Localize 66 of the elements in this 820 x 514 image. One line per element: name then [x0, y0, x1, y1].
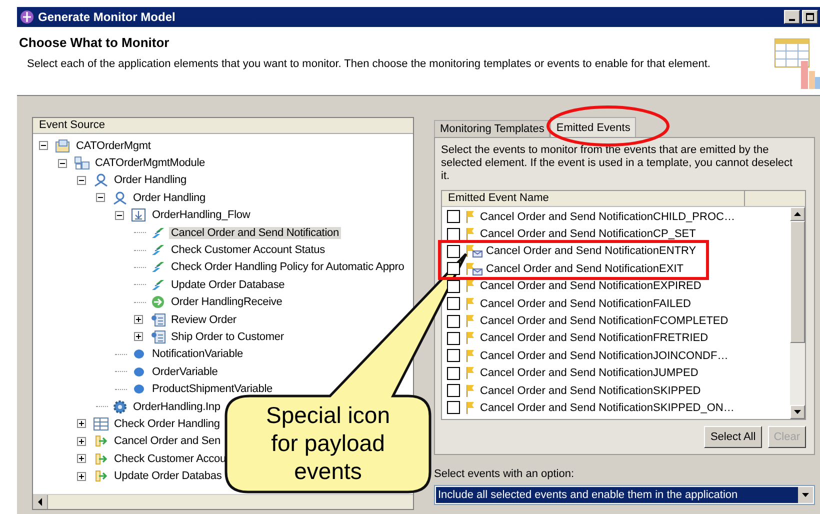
checkbox[interactable] — [447, 262, 460, 276]
event-name[interactable]: Cancel Order and Send NotificationFAILED — [480, 298, 691, 310]
checkbox[interactable] — [447, 244, 460, 258]
column-header: Event Source — [33, 118, 413, 134]
tree-item[interactable]: Order Handling — [131, 192, 208, 204]
checkbox[interactable] — [447, 210, 460, 224]
tree-item[interactable]: Update Order Database — [169, 278, 287, 291]
horizontal-scrollbar[interactable] — [33, 494, 413, 509]
down-arrow-icon — [794, 410, 801, 414]
maximize-icon — [806, 13, 814, 21]
window-title: Generate Monitor Model — [38, 10, 176, 24]
tree-item[interactable]: Check Customer Account Status — [169, 244, 328, 256]
event-name[interactable]: Cancel Order and Send NotificationENTRY — [486, 245, 696, 258]
tree-item[interactable]: NotificationVariable — [150, 348, 245, 360]
tree-item[interactable]: Cancel Order and Send Notification — [169, 226, 341, 239]
option-label: Select events with an option: — [434, 468, 576, 480]
checkbox[interactable] — [447, 297, 460, 310]
tree-item[interactable]: Order HandlingReceive — [169, 296, 284, 308]
event-name[interactable]: Cancel Order and Send NotificationEXPIRED — [480, 280, 702, 292]
event-name[interactable]: Cancel Order and Send NotificationSKIPPED_ON… — [480, 402, 734, 414]
dropdown-arrow-icon — [802, 492, 809, 497]
checkbox[interactable] — [447, 384, 460, 398]
tree-item[interactable]: OrderVariable — [150, 366, 220, 378]
push-button[interactable]: Select All — [704, 426, 762, 448]
checkbox[interactable] — [447, 280, 460, 293]
tree-item[interactable]: OrderHandling_Flow — [150, 209, 252, 222]
page-title: Choose What to Monitor — [19, 35, 170, 50]
minimize-button[interactable] — [784, 10, 800, 24]
tree-item[interactable]: Check Customer Accou — [112, 452, 228, 465]
tree-item[interactable]: Review Order — [169, 314, 238, 326]
tab[interactable]: Emitted Events — [550, 117, 636, 137]
left-arrow-icon — [37, 498, 43, 506]
callout-text: Special icon for payload events — [264, 401, 392, 485]
event-name[interactable]: Cancel Order and Send NotificationJOINCONDF… — [480, 350, 728, 362]
event-name[interactable]: Cancel Order and Send NotificationFCOMPLETED — [480, 315, 728, 328]
event-name[interactable]: Cancel Order and Send NotificationSKIPPED — [480, 384, 701, 397]
tree-item[interactable]: OrderHandling.Inp — [131, 400, 222, 413]
tree-item[interactable]: Check Order Handling — [112, 418, 222, 430]
event-name[interactable]: Cancel Order and Send NotificationCHILD_PROC… — [480, 210, 735, 223]
tree-item[interactable]: CATOrderMgmt — [74, 140, 153, 152]
app-icon — [20, 10, 34, 24]
instructions: Select the events to monitor from the events that are emitted by the selected element. If the event is used in a template, you cannot deselect it. — [441, 144, 794, 183]
event-name[interactable]: Cancel Order and Send NotificationFRETRIED — [480, 332, 708, 344]
tree-item[interactable]: Check Order Handling Policy for Automatic Appro — [169, 261, 406, 274]
tree-item[interactable]: Order Handling — [112, 174, 188, 186]
tree-item[interactable]: Update Order Databas — [112, 470, 224, 482]
checkbox[interactable] — [447, 366, 460, 380]
tree-item[interactable]: Ship Order to Customer — [169, 330, 286, 343]
event-name[interactable]: Cancel Order and Send NotificationEXIT — [486, 262, 684, 275]
checkbox[interactable] — [447, 314, 460, 328]
column-header: Emitted Event Name — [442, 191, 745, 206]
page-description: Select each of the application elements that you want to monitor. Then choose the monitoring templates or events to enable for that element. — [26, 58, 712, 70]
checkbox[interactable] — [447, 228, 460, 241]
maximize-button[interactable] — [802, 10, 818, 24]
checkbox[interactable] — [447, 401, 460, 414]
event-name[interactable]: Cancel Order and Send NotificationJUMPED — [480, 367, 698, 380]
checkbox[interactable] — [447, 332, 460, 345]
option-dropdown[interactable]: Include all selected events and enable them in the application — [434, 484, 815, 505]
tree-item[interactable]: CATOrderMgmtModule — [93, 157, 207, 170]
vertical-scrollbar[interactable] — [790, 207, 805, 419]
tree-item[interactable]: ProductShipmentVariable — [150, 383, 274, 396]
tab[interactable]: Monitoring Templates — [434, 120, 550, 137]
checkbox[interactable] — [447, 349, 460, 362]
tree-item[interactable]: Cancel Order and Sen — [112, 435, 222, 448]
up-arrow-icon — [794, 212, 801, 216]
event-name[interactable]: Cancel Order and Send NotificationCP_SET — [480, 228, 696, 240]
